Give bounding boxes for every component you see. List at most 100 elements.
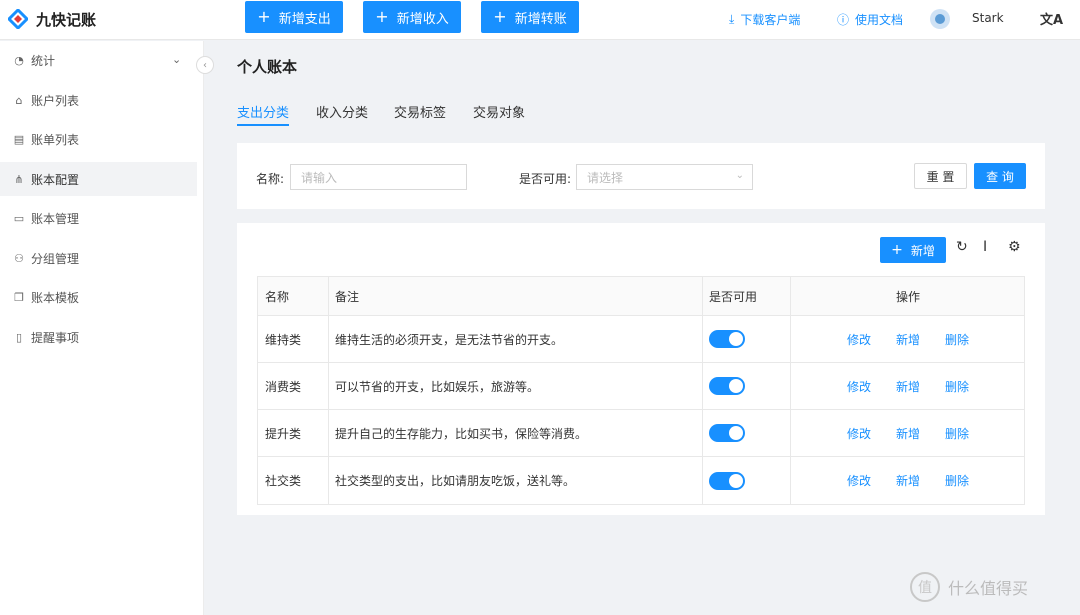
add-link[interactable]: 新增 — [896, 472, 920, 489]
note-icon: ▯ — [15, 330, 23, 344]
delete-link[interactable]: 删除 — [945, 331, 969, 348]
chevron-left-icon: ‹ — [203, 59, 207, 71]
table-header: 名称 备注 是否可用 操作 — [258, 277, 1024, 316]
column-header-name: 名称 — [265, 289, 290, 304]
row-enabled-cell — [709, 410, 745, 456]
download-client-link[interactable]: ⤓ 下载客户端 — [729, 11, 800, 27]
enabled-select[interactable]: 请选择 ⌄ — [576, 164, 753, 190]
plus-icon: + — [257, 7, 271, 26]
add-transfer-button[interactable]: + 新增转账 — [481, 1, 579, 33]
tab-active-indicator — [237, 124, 289, 126]
add-category-button[interactable]: + 新增 — [880, 237, 946, 263]
sidebar-item-book-manage[interactable]: ▭ 账本管理 — [0, 201, 197, 235]
folder-icon: ▭ — [13, 211, 25, 225]
sidebar-item-accounts[interactable]: ⌂ 账户列表 — [0, 83, 197, 117]
sidebar-item-groups[interactable]: ⚇ 分组管理 — [0, 241, 197, 275]
delete-link[interactable]: 删除 — [945, 472, 969, 489]
gear-icon[interactable]: ⚙ — [1008, 239, 1021, 255]
table-row: 提升类 提升自己的生存能力，比如买书，保险等消费。 修改 新增 删除 — [258, 410, 1024, 457]
column-divider — [328, 363, 329, 409]
add-category-label: 新增 — [910, 243, 935, 258]
column-divider — [790, 363, 791, 409]
add-link[interactable]: 新增 — [896, 425, 920, 442]
edit-link[interactable]: 修改 — [847, 472, 871, 489]
row-note: 维持生活的必须开支，是无法节省的开支。 — [335, 332, 564, 347]
edit-link[interactable]: 修改 — [847, 378, 871, 395]
sidebar-item-templates[interactable]: ❐ 账本模板 — [0, 280, 197, 314]
row-name: 社交类 — [265, 474, 302, 488]
column-header-enabled: 是否可用 — [709, 289, 758, 304]
column-divider — [702, 363, 703, 409]
add-expense-button[interactable]: + 新增支出 — [245, 1, 343, 33]
sidebar-item-reminders[interactable]: ▯ 提醒事项 — [0, 320, 197, 354]
tab-transaction-tags[interactable]: 交易标签 — [394, 102, 446, 121]
row-enabled-cell — [709, 363, 745, 409]
row-name: 维持类 — [265, 332, 302, 347]
sitemap-icon: ⋔ — [14, 172, 24, 186]
column-header-actions: 操作 — [896, 289, 921, 304]
pie-chart-icon: ◔ — [14, 53, 24, 67]
avatar[interactable] — [930, 9, 950, 29]
table-row: 社交类 社交类型的支出，比如请朋友吃饭，送礼等。 修改 新增 删除 — [258, 457, 1024, 504]
tab-expense-category[interactable]: 支出分类 — [237, 102, 289, 121]
column-divider — [790, 277, 791, 315]
docs-link[interactable]: ⓘ 使用文档 — [837, 11, 903, 27]
app-logo[interactable]: 九快记账 — [8, 8, 96, 30]
row-name: 提升类 — [265, 426, 302, 441]
column-divider — [790, 457, 791, 504]
column-header-note: 备注 — [335, 289, 360, 304]
enabled-toggle[interactable] — [709, 471, 745, 490]
translate-icon[interactable]: 文A — [1040, 9, 1063, 28]
add-income-label: 新增收入 — [396, 11, 449, 27]
enabled-toggle[interactable] — [709, 424, 745, 442]
username[interactable]: Stark — [972, 11, 1004, 25]
add-transfer-label: 新增转账 — [514, 11, 567, 27]
file-icon: ▤ — [13, 132, 25, 146]
add-income-button[interactable]: + 新增收入 — [363, 1, 461, 33]
table-row: 维持类 维持生活的必须开支，是无法节省的开支。 修改 新增 删除 — [258, 316, 1024, 363]
name-input[interactable]: 请输入 — [290, 164, 467, 190]
plus-icon: + — [493, 7, 507, 26]
chevron-down-icon: ⌄ — [735, 170, 744, 181]
name-input-placeholder: 请输入 — [301, 170, 338, 185]
watermark: 值 什么值得买 — [910, 572, 1028, 602]
watermark-text: 什么值得买 — [948, 579, 1029, 598]
refresh-icon[interactable]: ↻ — [956, 239, 968, 255]
row-note: 社交类型的支出，比如请朋友吃饭，送礼等。 — [335, 474, 576, 488]
column-divider — [790, 316, 791, 362]
reset-button[interactable]: 重 置 — [914, 163, 967, 189]
delete-link[interactable]: 删除 — [945, 425, 969, 442]
logo-icon — [8, 9, 28, 29]
delete-link[interactable]: 删除 — [945, 378, 969, 395]
row-enabled-cell — [709, 457, 745, 504]
plus-icon: + — [891, 242, 903, 258]
edit-link[interactable]: 修改 — [847, 331, 871, 348]
row-name: 消费类 — [265, 379, 302, 394]
category-table: 名称 备注 是否可用 操作 维持类 维持生活的必须开支，是无法节省的开支。 修改… — [257, 276, 1025, 505]
enabled-toggle[interactable] — [709, 377, 745, 395]
docs-label: 使用文档 — [855, 12, 904, 27]
add-link[interactable]: 新增 — [896, 378, 920, 395]
sidebar-item-book-config[interactable]: ⋔ 账本配置 — [0, 162, 197, 196]
add-link[interactable]: 新增 — [896, 331, 920, 348]
sidebar-item-bills[interactable]: ▤ 账单列表 — [0, 122, 197, 156]
row-note: 可以节省的开支，比如娱乐，旅游等。 — [335, 379, 540, 394]
tab-transaction-payees[interactable]: 交易对象 — [473, 102, 525, 121]
sidebar-item-label: 账户列表 — [31, 93, 80, 108]
query-button[interactable]: 查 询 — [974, 163, 1026, 189]
sidebar-collapse-button[interactable]: ‹ — [196, 56, 214, 74]
enabled-toggle[interactable] — [709, 330, 745, 348]
sidebar-item-label: 提醒事项 — [31, 330, 80, 345]
sidebar-item-label: 统计 — [31, 53, 56, 68]
sidebar-item-label: 分组管理 — [31, 251, 80, 266]
column-divider — [702, 316, 703, 362]
bank-icon: ⌂ — [15, 93, 23, 107]
column-height-icon[interactable]: Ⅰ — [983, 239, 987, 255]
tab-income-category[interactable]: 收入分类 — [316, 102, 368, 121]
edit-link[interactable]: 修改 — [847, 425, 871, 442]
copy-icon: ❐ — [14, 290, 24, 304]
column-divider — [702, 410, 703, 456]
sidebar-item-label: 账单列表 — [31, 132, 80, 147]
sidebar-item-statistics[interactable]: ◔ 统计 ⌄ — [0, 43, 197, 77]
plus-icon: + — [375, 7, 389, 26]
